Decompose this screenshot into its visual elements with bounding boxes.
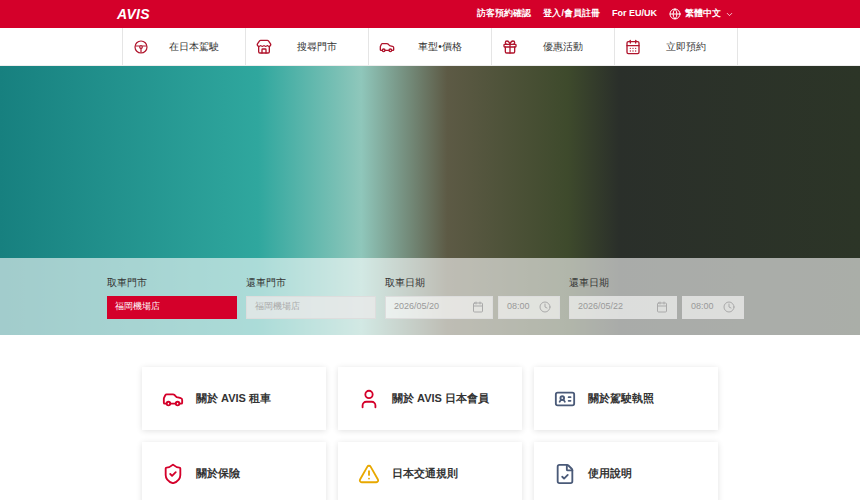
globe-icon bbox=[669, 8, 681, 20]
steering-wheel-icon bbox=[133, 39, 149, 55]
pickup-date: 取車日期 2026/05/2008:00 bbox=[385, 275, 560, 319]
page: AVIS 訪客預約確認登入/會員註冊 For EU/UK 繁體中文在日本駕駛搜尋門市車… bbox=[0, 0, 860, 500]
warning-icon bbox=[358, 463, 380, 485]
pickup-store: 取車門市福岡機場店 bbox=[107, 275, 237, 319]
nav-item[interactable]: 車型•價格 bbox=[368, 28, 491, 65]
info-cards: 關於 AVIS 租車關於 AVIS 日本會員關於駕駛執照關於保險日本交通規則使用… bbox=[0, 335, 860, 500]
car-icon bbox=[379, 39, 395, 55]
info-card[interactable]: 關於 AVIS 租車 bbox=[142, 367, 326, 430]
header-link[interactable]: For EU/UK bbox=[612, 7, 657, 21]
calendar-icon bbox=[625, 39, 641, 55]
date-field[interactable]: 2026/05/22 bbox=[569, 296, 677, 319]
calendar-icon bbox=[472, 301, 484, 313]
store-icon bbox=[256, 39, 272, 55]
info-card[interactable]: 日本交通規則 bbox=[338, 442, 522, 500]
date-field[interactable]: 2026/05/20 bbox=[385, 296, 493, 319]
language-select[interactable]: 繁體中文 bbox=[669, 7, 734, 21]
field-label: 取車門市 bbox=[107, 275, 237, 290]
car-icon bbox=[162, 388, 184, 410]
nav-item[interactable]: 優惠活動 bbox=[491, 28, 614, 65]
info-card[interactable]: 使用說明 bbox=[534, 442, 718, 500]
store-select[interactable]: 福岡機場店 bbox=[107, 296, 237, 319]
field-label: 還車日期 bbox=[569, 275, 744, 290]
store-select[interactable]: 福岡機場店 bbox=[246, 296, 376, 319]
hero: 取車門市福岡機場店還車門市福岡機場店取車日期2026/05/2008:00還車日… bbox=[0, 66, 860, 335]
return-date: 還車日期 2026/05/2208:00 bbox=[569, 275, 744, 319]
avis-logo[interactable]: AVIS bbox=[117, 4, 150, 25]
field-label: 取車日期 bbox=[385, 275, 560, 290]
info-card[interactable]: 關於 AVIS 日本會員 bbox=[338, 367, 522, 430]
time-field[interactable]: 08:00 bbox=[498, 296, 560, 319]
field-label: 還車門市 bbox=[246, 275, 376, 290]
insurance-icon bbox=[162, 463, 184, 485]
guide-icon bbox=[554, 463, 576, 485]
time-field[interactable]: 08:00 bbox=[682, 296, 744, 319]
booking-bar: 取車門市福岡機場店還車門市福岡機場店取車日期2026/05/2008:00還車日… bbox=[0, 258, 860, 335]
chevron-down-icon bbox=[725, 10, 734, 19]
main-nav: 在日本駕駛搜尋門市車型•價格優惠活動立即預約 bbox=[0, 28, 860, 66]
gift-icon bbox=[502, 39, 518, 55]
clock-icon bbox=[539, 301, 551, 313]
license-icon bbox=[554, 388, 576, 410]
clock-icon bbox=[723, 301, 735, 313]
calendar-icon bbox=[656, 301, 668, 313]
header-link[interactable]: 訪客預約確認 bbox=[477, 7, 531, 21]
info-card[interactable]: 關於駕駛執照 bbox=[534, 367, 718, 430]
return-store: 還車門市福岡機場店 bbox=[246, 275, 376, 319]
info-card[interactable]: 關於保險 bbox=[142, 442, 326, 500]
nav-item[interactable]: 在日本駕駛 bbox=[122, 28, 245, 65]
member-icon bbox=[358, 388, 380, 410]
nav-item[interactable]: 搜尋門市 bbox=[245, 28, 368, 65]
nav-item[interactable]: 立即預約 bbox=[614, 28, 738, 65]
top-bar: AVIS 訪客預約確認登入/會員註冊 For EU/UK 繁體中文 bbox=[0, 0, 860, 28]
header-link[interactable]: 登入/會員註冊 bbox=[543, 7, 600, 21]
